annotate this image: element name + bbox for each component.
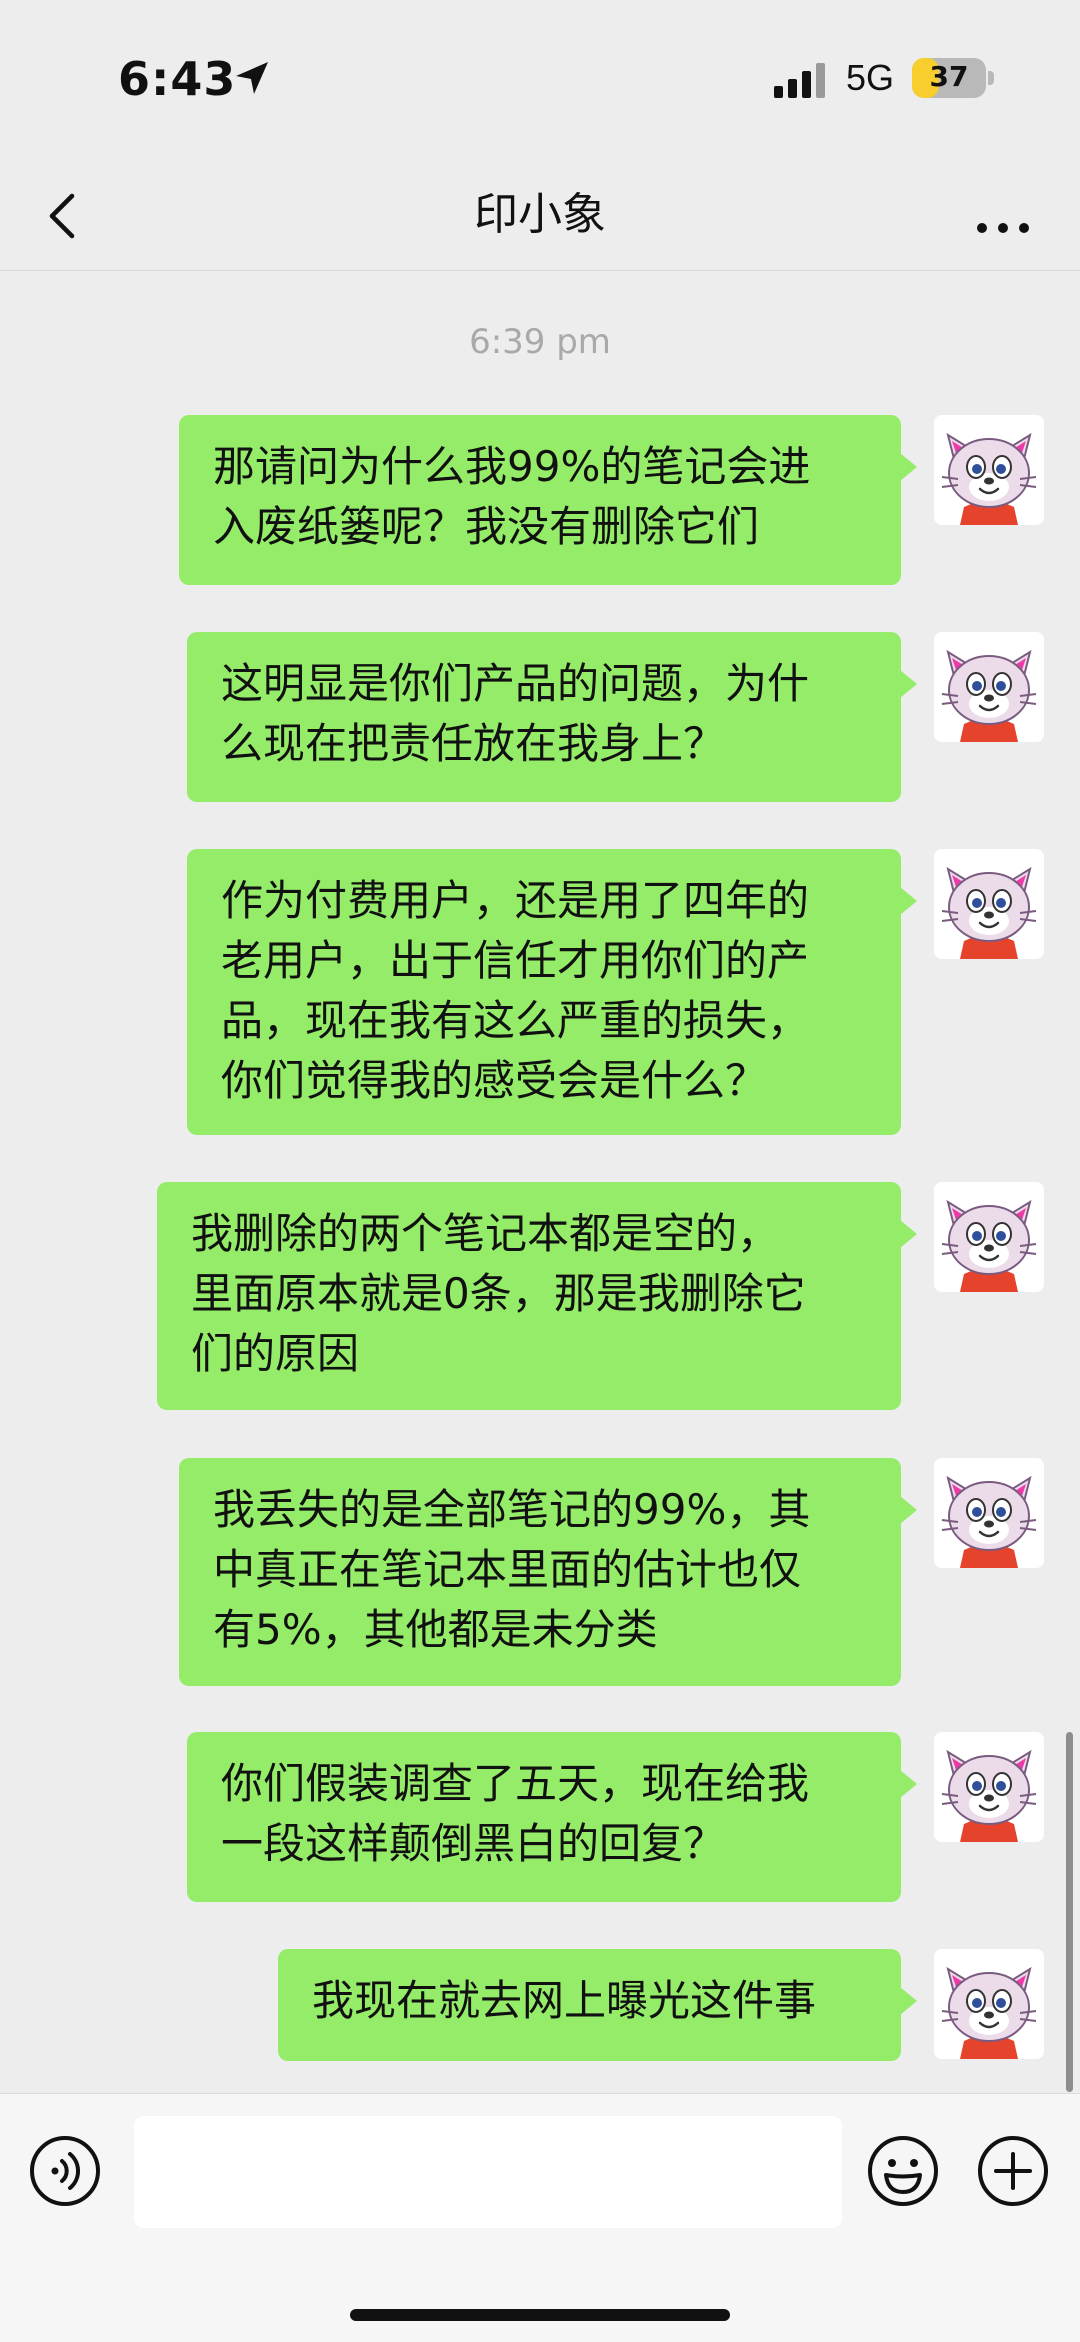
plus-button[interactable]	[976, 2134, 1050, 2208]
message-bubble[interactable]: 我删除的两个笔记本都是空的， 里面原本就是0条，那是我删除它 们的原因	[157, 1182, 917, 1410]
cat-avatar-icon	[934, 1732, 1044, 1842]
message-bubble[interactable]: 我现在就去网上曝光这件事	[278, 1949, 917, 2061]
battery-tip	[988, 71, 994, 85]
message-line: 们的原因	[191, 1329, 360, 1378]
ellipsis-icon	[977, 223, 1029, 233]
message-line: 一段这样颠倒黑白的回复？	[221, 1819, 726, 1868]
message-input[interactable]	[134, 2116, 842, 2228]
plus-icon	[978, 2136, 1048, 2206]
cat-avatar-icon	[934, 1949, 1044, 2059]
signal-bars-icon	[774, 63, 825, 98]
message-line: 我丢失的是全部笔记的99%，其	[213, 1485, 811, 1534]
battery-indicator: 37	[912, 58, 986, 98]
network-type: 5G	[846, 57, 895, 98]
nav-bar: 印小象	[0, 160, 1080, 271]
chat-title: 印小象	[474, 189, 606, 240]
status-time: 6:43	[118, 52, 237, 106]
message-bubble[interactable]: 作为付费用户，还是用了四年的 老用户，出于信任才用你们的产 品，现在我有这么严重…	[187, 849, 917, 1135]
message-line: 我现在就去网上曝光这件事	[312, 1976, 817, 2025]
message-bubble[interactable]: 那请问为什么我99%的笔记会进 入废纸篓呢？我没有删除它们	[179, 415, 917, 585]
message-line: 这明显是你们产品的问题，为什	[221, 659, 810, 708]
voice-icon	[30, 2136, 100, 2206]
user-avatar[interactable]	[934, 632, 1044, 742]
message-line: 老用户，出于信任才用你们的产	[221, 936, 810, 985]
user-avatar[interactable]	[934, 1949, 1044, 2059]
user-avatar[interactable]	[934, 1182, 1044, 1292]
message-line: 那请问为什么我99%的笔记会进	[213, 442, 811, 491]
user-avatar[interactable]	[934, 1732, 1044, 1842]
message-line: 我删除的两个笔记本都是空的，	[191, 1209, 780, 1258]
battery-level: 37	[929, 60, 969, 93]
message-line: 中真正在笔记本里面的估计也仅	[213, 1545, 802, 1594]
emoji-icon	[868, 2136, 938, 2206]
message-line: 么现在把责任放在我身上？	[221, 719, 726, 768]
message-bubble[interactable]: 我丢失的是全部笔记的99%，其 中真正在笔记本里面的估计也仅 有5%，其他都是未…	[179, 1458, 917, 1686]
cat-avatar-icon	[934, 1182, 1044, 1292]
timestamp: 6:39 pm	[469, 322, 611, 362]
location-arrow-icon	[236, 62, 268, 94]
message-line: 入废纸篓呢？我没有删除它们	[213, 502, 760, 551]
message-line: 里面原本就是0条，那是我删除它	[191, 1269, 806, 1318]
cat-avatar-icon	[934, 632, 1044, 742]
cat-avatar-icon	[934, 1458, 1044, 1568]
message-line: 你们觉得我的感受会是什么？	[221, 1056, 768, 1105]
user-avatar[interactable]	[934, 415, 1044, 525]
message-bubble[interactable]: 你们假装调查了五天，现在给我 一段这样颠倒黑白的回复？	[187, 1732, 917, 1902]
message-line: 作为付费用户，还是用了四年的	[221, 876, 810, 925]
scroll-indicator[interactable]	[1066, 1732, 1073, 2092]
message-bubble[interactable]: 这明显是你们产品的问题，为什 么现在把责任放在我身上？	[187, 632, 917, 802]
cat-avatar-icon	[934, 415, 1044, 525]
voice-button[interactable]	[28, 2134, 102, 2208]
home-indicator[interactable]	[350, 2309, 730, 2321]
user-avatar[interactable]	[934, 1458, 1044, 1568]
message-line: 有5%，其他都是未分类	[213, 1605, 658, 1654]
cat-avatar-icon	[934, 849, 1044, 959]
message-line: 品，现在我有这么严重的损失，	[221, 996, 810, 1045]
more-options-button[interactable]	[968, 180, 1038, 250]
input-bar	[0, 2093, 1080, 2342]
user-avatar[interactable]	[934, 849, 1044, 959]
message-line: 你们假装调查了五天，现在给我	[221, 1759, 810, 1808]
emoji-button[interactable]	[866, 2134, 940, 2208]
status-bar: 6:43 5G 37	[0, 0, 1080, 160]
